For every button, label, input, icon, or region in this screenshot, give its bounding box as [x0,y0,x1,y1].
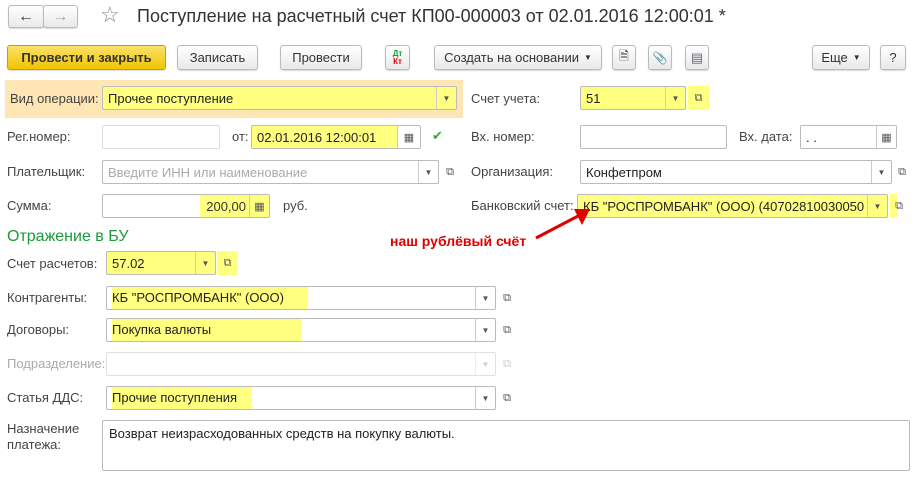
bank-account-value: КБ "РОСПРОМБАНК" (ООО) (40702810030050 [583,198,865,214]
in-date-value: . . [806,129,817,145]
chevron-down-icon[interactable]: ▼ [867,195,887,217]
calculator-icon[interactable]: ▦ [249,195,269,217]
settle-account-value: 57.02 [112,255,145,271]
back-button[interactable]: ← [8,5,44,28]
window-title: Поступление на расчетный счет КП00-00000… [137,6,726,26]
paperclip-icon[interactable]: 📎 [648,45,672,70]
post-button[interactable]: Провести [280,45,362,70]
settle-account-select[interactable]: 57.02 ▼ [106,251,216,275]
chevron-down-icon: ▼ [852,53,861,62]
chevron-down-icon[interactable]: ▼ [475,319,495,341]
kt-label: Кт [393,56,402,66]
payer-placeholder: Введите ИНН или наименование [108,164,308,180]
annotation-text: наш рублёвый счёт [390,233,527,249]
section-title: Отражение в БУ [7,228,129,245]
contract-value: Покупка валюты [112,319,302,341]
date-value: 02.01.2016 12:00:01 [252,126,397,148]
contract-select[interactable]: Покупка валюты ▼ [106,318,496,342]
chevron-down-icon[interactable]: ▼ [475,287,495,309]
calendar-icon[interactable]: ▦ [397,126,420,148]
in-date-input[interactable]: . . ▦ [800,125,897,149]
division-label: Подразделение: [7,356,106,371]
operation-label: Вид операции: [10,91,99,106]
forward-button[interactable]: → [43,5,78,28]
org-label: Организация: [471,164,554,179]
settle-label: Счет расчетов: [7,256,98,271]
sum-value: 200,00 [200,195,249,217]
in-num-label: Вх. номер: [471,129,535,144]
account-select[interactable]: 51 ▼ [580,86,686,110]
purpose-textarea[interactable]: Возврат неизрасходованных средств на пок… [102,420,910,471]
open-icon[interactable]: ⧉ [498,286,516,310]
star-icon[interactable]: ☆ [100,2,120,28]
sum-input[interactable]: 200,00 ▦ [102,194,270,218]
calendar-icon[interactable]: ▦ [876,126,896,148]
contract-label: Договоры: [7,322,70,337]
dds-select[interactable]: Прочие поступления ▼ [106,386,496,410]
more-label: Еще [821,50,848,65]
date-input[interactable]: 02.01.2016 12:00:01 ▦ [251,125,421,149]
sum-unit: руб. [283,198,308,213]
division-select: ▼ [106,352,496,376]
create-based-on-label: Создать на основании [444,50,579,65]
counterparty-select[interactable]: КБ "РОСПРОМБАНК" (ООО) ▼ [106,286,496,310]
regnum-input[interactable] [102,125,220,149]
open-icon[interactable]: ⧉ [217,251,238,275]
org-select[interactable]: Конфетпром ▼ [580,160,892,184]
chevron-down-icon[interactable]: ▼ [195,252,215,274]
org-value: Конфетпром [586,164,662,180]
from-label: от: [232,129,249,144]
document-icon[interactable]: 🗎 [612,45,636,70]
chevron-down-icon[interactable]: ▼ [871,161,891,183]
payer-input[interactable]: Введите ИНН или наименование ▼ [102,160,439,184]
create-based-on-button[interactable]: Создать на основании ▼ [434,45,602,70]
in-num-input[interactable] [580,125,727,149]
operation-value: Прочее поступление [108,90,234,106]
dt-kt-button[interactable]: Дт Кт [385,45,410,70]
chevron-down-icon: ▼ [475,353,495,375]
post-and-close-button[interactable]: Провести и закрыть [7,45,166,70]
open-icon: ⧉ [503,357,511,370]
open-icon[interactable]: ⧉ [893,160,911,184]
chevron-down-icon[interactable]: ▼ [436,87,456,109]
chevron-down-icon[interactable]: ▼ [418,161,438,183]
open-icon[interactable]: ⧉ [498,318,516,342]
operation-select[interactable]: Прочее поступление ▼ [102,86,457,110]
purpose-label-1: Назначение [7,421,80,436]
sum-label: Сумма: [7,198,52,213]
in-date-label: Вх. дата: [739,129,793,144]
chevron-down-icon: ▼ [583,53,592,62]
purpose-label-2: платежа: [7,437,61,452]
account-label: Счет учета: [471,91,541,106]
save-button[interactable]: Записать [177,45,258,70]
regnum-label: Рег.номер: [7,129,71,144]
bank-account-select[interactable]: КБ "РОСПРОМБАНК" (ООО) (40702810030050 ▼ [577,194,888,218]
open-icon[interactable]: ⧉ [498,386,516,410]
chevron-down-icon[interactable]: ▼ [475,387,495,409]
dds-value: Прочие поступления [112,387,252,409]
open-icon[interactable]: ⧉ [441,160,459,184]
dds-label: Статья ДДС: [7,390,84,405]
help-button[interactable]: ? [880,45,906,70]
more-button[interactable]: Еще ▼ [812,45,870,70]
counterparty-value: КБ "РОСПРОМБАНК" (ООО) [112,287,308,309]
chevron-down-icon[interactable]: ▼ [665,87,685,109]
document-check-icon[interactable]: ✔ [432,128,443,144]
open-icon[interactable]: ⧉ [688,86,709,110]
list-icon[interactable]: ▤ [685,45,709,70]
open-icon[interactable]: ⧉ [890,194,908,218]
annotation-arrow [535,209,590,240]
payer-label: Плательщик: [7,164,86,179]
account-value: 51 [586,90,601,106]
counterparty-label: Контрагенты: [7,290,88,305]
